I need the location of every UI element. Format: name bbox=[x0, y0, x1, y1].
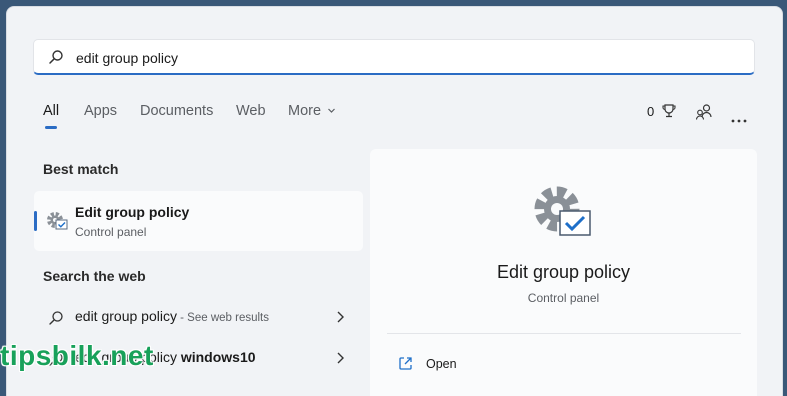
active-tab-indicator bbox=[45, 126, 57, 129]
search-input[interactable] bbox=[74, 46, 728, 70]
search-web-heading: Search the web bbox=[43, 268, 146, 284]
more-options-button[interactable] bbox=[731, 110, 747, 128]
chevron-down-icon bbox=[328, 108, 336, 113]
tab-web[interactable]: Web bbox=[236, 103, 266, 119]
chevron-right-icon[interactable] bbox=[334, 351, 346, 370]
search-icon bbox=[48, 310, 64, 331]
best-match-subtitle: Control panel bbox=[75, 225, 147, 239]
open-external-icon bbox=[399, 357, 412, 370]
trophy-icon bbox=[662, 104, 676, 118]
people-icon bbox=[695, 104, 712, 120]
group-policy-icon bbox=[45, 210, 69, 237]
preview-pane: Edit group policy Control panel Open bbox=[370, 149, 757, 396]
search-icon bbox=[48, 49, 64, 70]
tab-more[interactable]: More bbox=[288, 103, 336, 119]
web-result-query: edit group policy bbox=[75, 308, 177, 324]
start-search-panel: All Apps Documents Web More 0 Best mat bbox=[6, 6, 783, 396]
ellipsis-icon bbox=[731, 119, 747, 123]
rewards-button[interactable]: 0 bbox=[647, 103, 677, 121]
preview-subtitle: Control panel bbox=[527, 291, 600, 305]
best-match-title: Edit group policy bbox=[75, 204, 190, 220]
chevron-right-icon[interactable] bbox=[334, 310, 346, 329]
account-switch-button[interactable] bbox=[695, 103, 713, 126]
selection-indicator bbox=[34, 211, 37, 231]
web-result-hint: - See web results bbox=[176, 312, 269, 324]
tab-more-label: More bbox=[288, 103, 322, 119]
watermark: tipsbilk.net bbox=[0, 340, 154, 371]
best-match-heading: Best match bbox=[43, 161, 119, 177]
divider bbox=[387, 333, 741, 334]
group-policy-icon bbox=[530, 183, 596, 250]
best-match-item[interactable]: Edit group policy Control panel bbox=[34, 191, 363, 251]
rewards-count: 0 bbox=[647, 104, 655, 119]
web-result-label: edit group policy - See web results bbox=[75, 308, 269, 324]
open-action-label: Open bbox=[426, 357, 457, 371]
tab-apps[interactable]: Apps bbox=[84, 103, 117, 119]
tab-documents[interactable]: Documents bbox=[140, 103, 213, 119]
web-result-suffix: windows10 bbox=[180, 349, 256, 365]
web-result-item[interactable]: edit group policy - See web results bbox=[34, 297, 363, 337]
search-box[interactable] bbox=[33, 39, 755, 75]
tab-all[interactable]: All bbox=[43, 103, 59, 119]
preview-title: Edit group policy bbox=[496, 262, 631, 282]
